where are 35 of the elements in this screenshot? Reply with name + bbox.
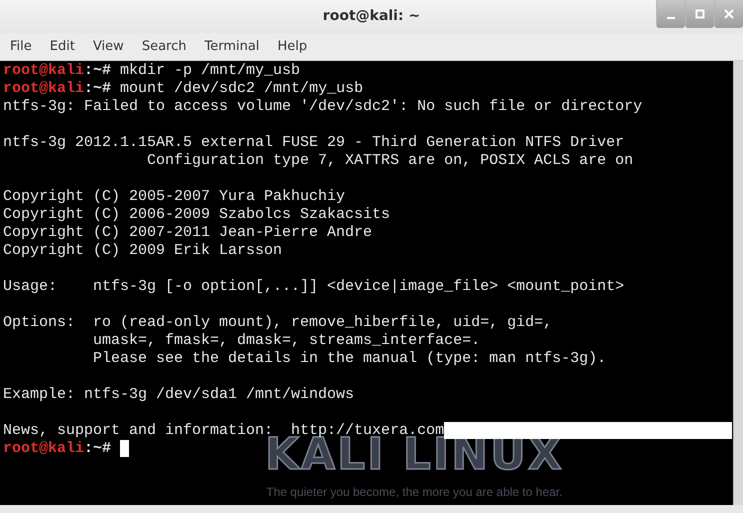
wallpaper-tagline: The quieter you become, the more you are able to hear. (266, 485, 562, 500)
maximize-icon (695, 9, 705, 19)
command-text: mount /dev/sdc2 /mnt/my_usb (119, 80, 364, 98)
output-text: Copyright (C) 2007-2011 Jean-Pierre Andre (3, 224, 372, 242)
output-text: umask=, fmask=, dmask=, streams_interface=. (92, 332, 480, 350)
prompt-path: :~# (84, 80, 112, 98)
output-text: Example: ntfs-3g /dev/sda1 /mnt/windows (3, 386, 354, 404)
output-text: ntfs-3g: Failed to access volume '/dev/sdc2': No such file or directory (3, 98, 642, 116)
menu-item[interactable]: Terminal (204, 36, 260, 56)
menu-item[interactable]: Edit (50, 36, 75, 56)
prompt-user: root@kali (3, 80, 84, 98)
minimize-icon (667, 17, 675, 19)
close-icon (724, 9, 734, 19)
close-button[interactable] (714, 0, 743, 28)
output-text: Copyright (C) 2009 Erik Larsson (3, 242, 282, 260)
output-text: Options: ro (read-only mount), remove_hiberfile, uid=, gid=, (3, 314, 552, 332)
menu-item[interactable]: View (92, 36, 124, 56)
output-text: Copyright (C) 2006-2009 Szabolcs Szakacsits (3, 206, 390, 224)
prompt-user: root@kali (3, 62, 84, 80)
menu-item[interactable]: File (10, 36, 32, 56)
output-text: ntfs-3g 2012.1.15AR.5 external FUSE 29 - Third Generation NTFS Driver (3, 134, 624, 152)
prompt-user: root@kali (3, 440, 84, 458)
minimize-button[interactable] (656, 0, 685, 28)
prompt-path: :~# (84, 440, 112, 458)
command-text: mkdir -p /mnt/my_usb (119, 62, 300, 80)
menu-item[interactable]: Help (277, 36, 308, 56)
maximize-button[interactable] (685, 0, 714, 28)
prompt-path: :~# (84, 62, 112, 80)
output-text: Please see the details in the manual (type: man ntfs-3g). (92, 350, 606, 368)
output-text: Usage: ntfs-3g [-o option[,...]] <device|image_file> <mount_point> (3, 278, 624, 296)
window-title: root@kali: ~ (322, 7, 420, 26)
output-text: Configuration type 7, XATTRS are on, POSIX ACLS are on (146, 152, 634, 170)
menu-item[interactable]: Search (142, 36, 186, 56)
scrollbar[interactable] (733, 61, 743, 505)
output-text: Copyright (C) 2005-2007 Yura Pakhuchiy (3, 188, 346, 206)
